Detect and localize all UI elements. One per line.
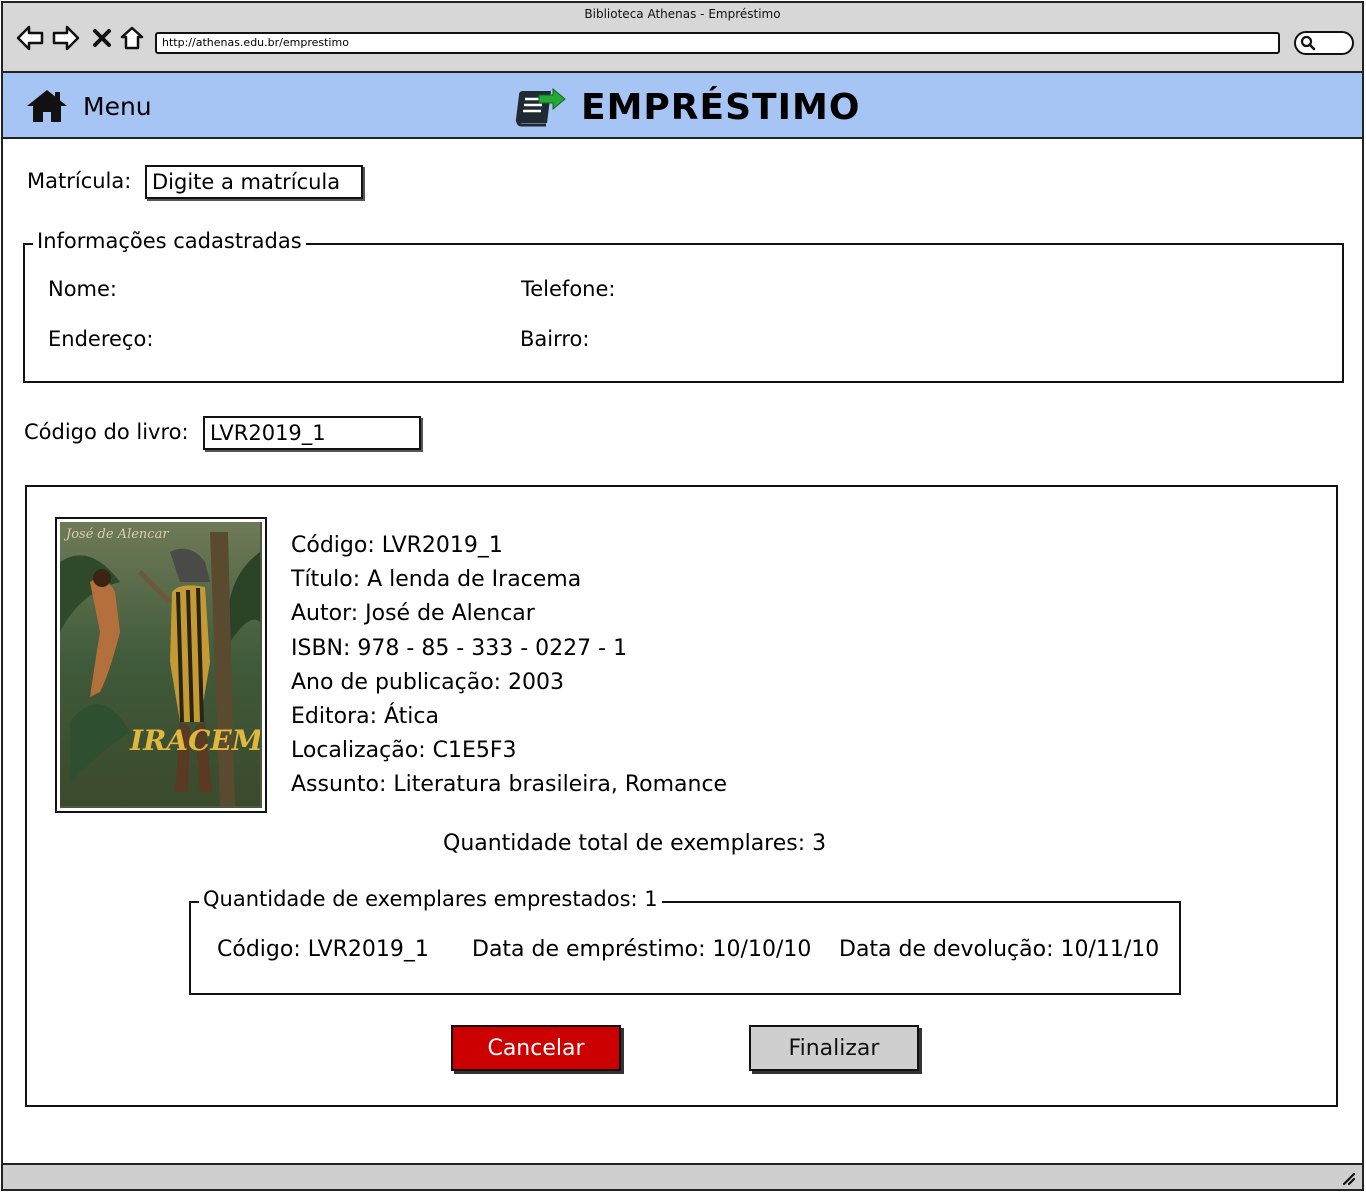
return-date: Data de devolução: 10/11/10	[839, 937, 1160, 962]
book-subject-detail: Assunto: Literatura brasileira, Romance	[291, 772, 728, 798]
loan-date: Data de empréstimo: 10/10/10	[472, 937, 812, 962]
home-outline-icon	[120, 26, 144, 50]
registered-info-legend: Informações cadastradas	[33, 229, 306, 253]
cancel-button[interactable]: Cancelar	[451, 1025, 621, 1071]
book-year-detail: Ano de publicação: 2003	[291, 669, 565, 695]
book-code-detail: Código: LVR2019_1	[291, 533, 503, 558]
browser-search-field[interactable]	[1294, 31, 1354, 55]
page-title-group: EMPRÉSTIMO	[513, 85, 860, 129]
status-bar	[3, 1163, 1362, 1189]
home-icon	[27, 90, 67, 122]
book-cover-illustration: José de Alencar IRACEMA	[60, 522, 262, 806]
menu-button[interactable]: Menu	[25, 88, 152, 124]
forward-arrow-icon	[52, 25, 80, 51]
loan-code: Código: LVR2019_1	[217, 937, 429, 962]
book-author-detail: Autor: José de Alencar	[291, 601, 535, 627]
book-details-panel: José de Alencar IRACEMA Código: LVR2019_…	[25, 485, 1338, 1107]
loaned-copies-legend: Quantidade de exemplares emprestados: 1	[199, 887, 662, 911]
back-button[interactable]	[15, 23, 45, 53]
registered-info-group: Informações cadastradas Nome: Telefone: …	[23, 229, 1344, 383]
resize-grip-icon[interactable]	[1340, 1170, 1356, 1186]
matricula-label: Matrícula:	[27, 169, 132, 193]
cover-title-text: IRACEMA	[129, 724, 260, 757]
window-title: Biblioteca Athenas - Empréstimo	[584, 7, 781, 21]
endereco-label: Endereço:	[48, 327, 154, 351]
finish-button[interactable]: Finalizar	[749, 1025, 919, 1071]
back-arrow-icon	[16, 25, 44, 51]
book-details-list: Código: LVR2019_1 Título: A lenda de Ira…	[291, 529, 727, 803]
home-nav-button[interactable]	[117, 23, 147, 53]
browser-window: Biblioteca Athenas - Empréstimo http://a…	[1, 1, 1364, 1191]
book-title-detail: Título: A lenda de Iracema	[291, 567, 582, 593]
address-bar[interactable]: http://athenas.edu.br/emprestimo	[155, 32, 1280, 54]
book-code-label: Código do livro:	[24, 420, 189, 444]
matricula-input[interactable]: Digite a matrícula	[145, 165, 363, 199]
book-publisher-detail: Editora: Ática	[291, 703, 439, 729]
book-code-input[interactable]: LVR2019_1	[203, 416, 421, 450]
telefone-label: Telefone:	[521, 277, 616, 301]
total-copies-text: Quantidade total de exemplares: 3	[443, 831, 827, 856]
search-icon	[1300, 35, 1316, 51]
book-isbn-detail: ISBN: 978 - 85 - 333 - 0227 - 1	[291, 635, 628, 661]
close-icon	[93, 29, 111, 47]
book-cover-image: José de Alencar IRACEMA	[55, 517, 267, 813]
menu-label: Menu	[83, 91, 152, 121]
forward-button[interactable]	[51, 23, 81, 53]
page-title: EMPRÉSTIMO	[581, 86, 861, 128]
app-header: Menu EMPRÉSTIMO	[3, 73, 1362, 139]
loaned-copies-group: Quantidade de exemplares emprestados: 1 …	[189, 887, 1181, 995]
nome-label: Nome:	[48, 277, 118, 301]
bairro-label: Bairro:	[520, 327, 590, 351]
book-loan-icon	[515, 87, 566, 127]
book-location-detail: Localização: C1E5F3	[291, 738, 517, 764]
stop-button[interactable]	[87, 23, 117, 53]
browser-toolbar: Biblioteca Athenas - Empréstimo http://a…	[3, 3, 1362, 73]
cover-author-text: José de Alencar	[63, 527, 169, 542]
